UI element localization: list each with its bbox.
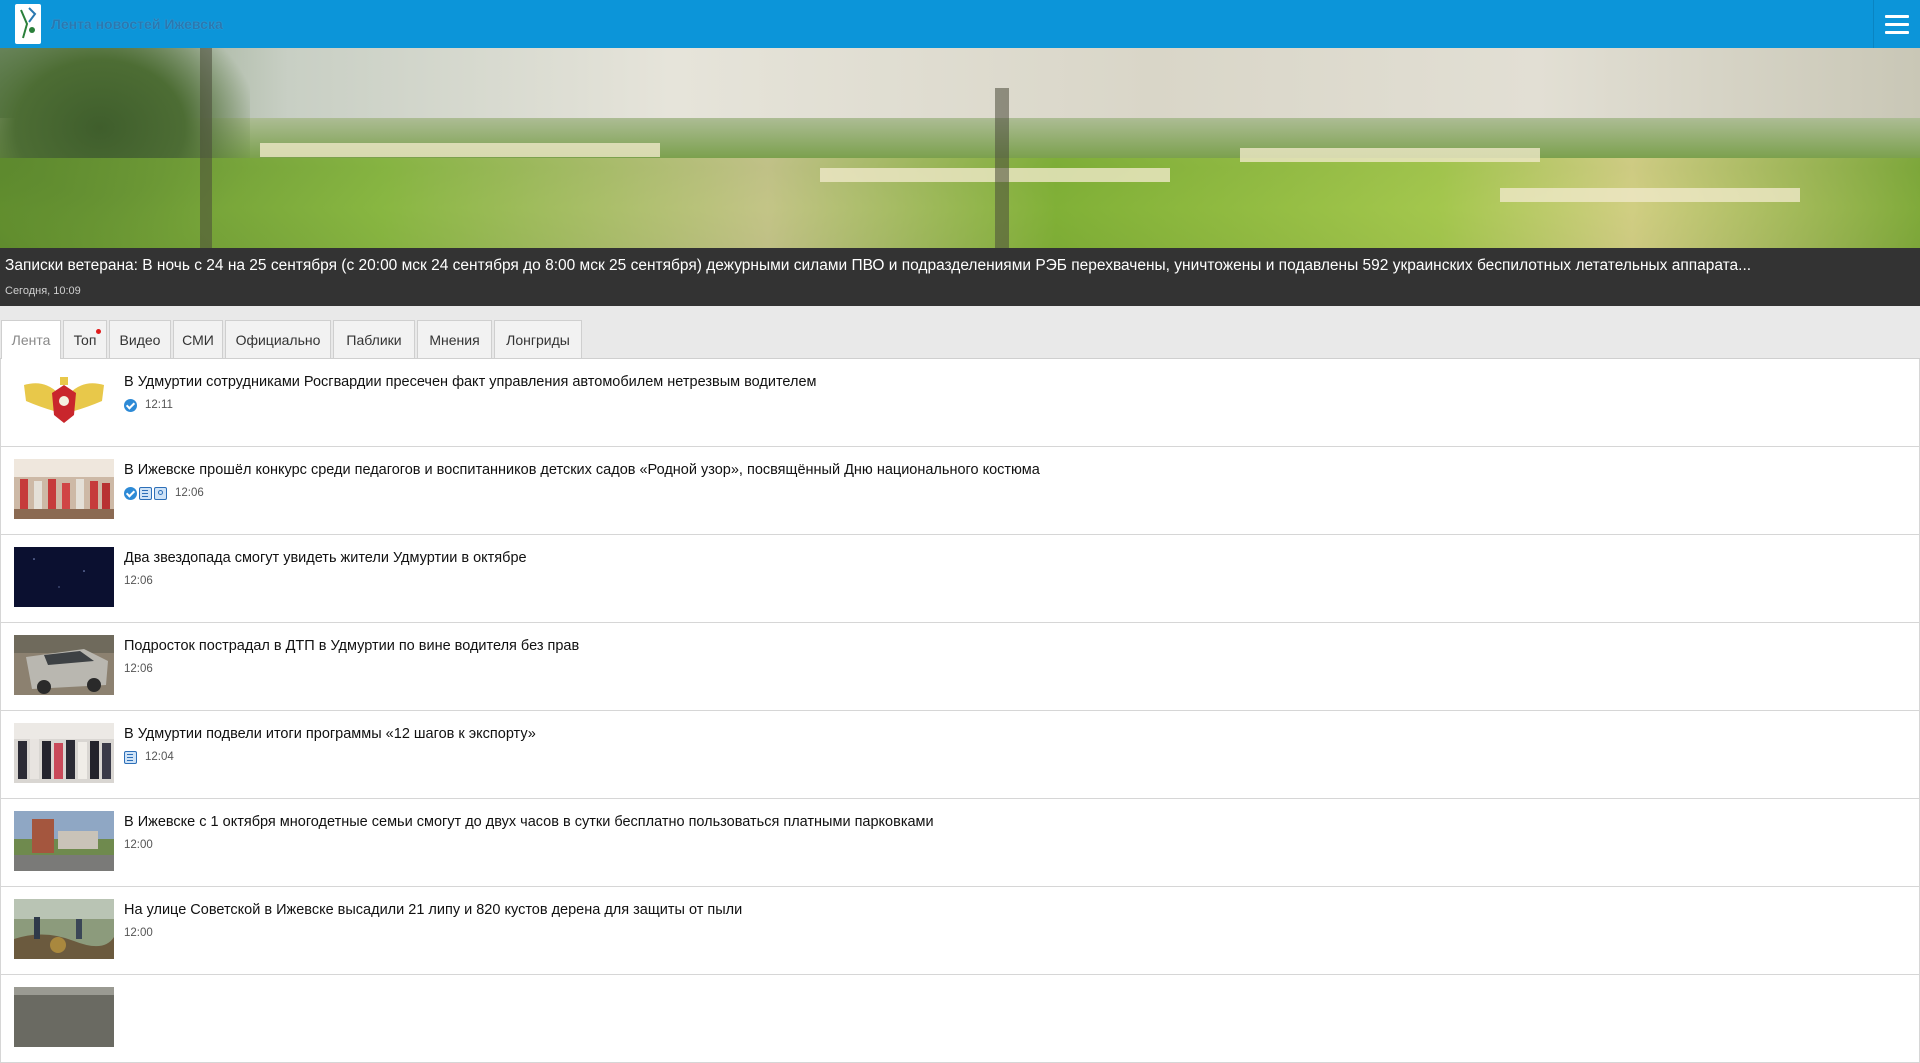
top-bar: Лента новостей Ижевска: [0, 0, 1920, 48]
tab-top[interactable]: Топ: [63, 320, 107, 358]
photo-icon: [154, 486, 167, 500]
tab-longreads[interactable]: Лонгриды: [494, 320, 582, 358]
tab-publics[interactable]: Паблики: [333, 320, 415, 358]
news-thumbnail[interactable]: [14, 371, 114, 431]
news-item-partial[interactable]: [0, 975, 1920, 1063]
site-title[interactable]: Лента новостей Ижевска: [51, 16, 223, 32]
hero-date: Сегодня, 10:09: [5, 285, 81, 297]
news-meta: 12:00: [124, 838, 153, 852]
news-thumbnail[interactable]: [14, 811, 114, 871]
hero-caption[interactable]: Записки ветерана: В ночь с 24 на 25 сент…: [0, 248, 1920, 306]
news-title[interactable]: В Удмуртии сотрудниками Росгвардии пресе…: [124, 374, 817, 390]
verified-icon: [124, 398, 137, 412]
new-indicator-dot: [96, 329, 101, 334]
news-item[interactable]: В Ижевске прошёл конкурс среди педагогов…: [0, 447, 1920, 535]
news-meta: 12:04: [124, 750, 174, 764]
news-thumbnail[interactable]: [14, 547, 114, 607]
news-meta: 12:06: [124, 662, 153, 676]
tab-video[interactable]: Видео: [109, 320, 171, 358]
hamburger-menu-icon[interactable]: [1873, 0, 1920, 48]
hero-title[interactable]: Записки ветерана: В ночь с 24 на 25 сент…: [5, 257, 1751, 275]
news-time: 12:06: [124, 575, 153, 587]
news-list: В Удмуртии сотрудниками Росгвардии пресе…: [0, 359, 1920, 1063]
tab-official[interactable]: Официально: [225, 320, 331, 358]
news-title[interactable]: Два звездопада смогут увидеть жители Удм…: [124, 550, 527, 566]
article-icon: [124, 750, 137, 764]
news-time: 12:00: [124, 927, 153, 939]
news-title[interactable]: На улице Советской в Ижевске высадили 21…: [124, 902, 742, 918]
news-meta: 12:06: [124, 574, 153, 588]
tab-opinions[interactable]: Мнения: [417, 320, 492, 358]
article-icon: [139, 486, 152, 500]
news-thumbnail[interactable]: [14, 635, 114, 695]
tab-lenta[interactable]: Лента: [1, 320, 61, 359]
hero-image[interactable]: [0, 48, 1920, 248]
news-title[interactable]: В Ижевске с 1 октября многодетные семьи …: [124, 814, 934, 830]
news-item[interactable]: Два звездопада смогут увидеть жители Удм…: [0, 535, 1920, 623]
site-logo-icon[interactable]: [15, 4, 41, 44]
news-time: 12:11: [145, 399, 173, 411]
news-meta: 12:00: [124, 926, 153, 940]
news-time: 12:06: [124, 663, 153, 675]
news-item[interactable]: Подросток пострадал в ДТП в Удмуртии по …: [0, 623, 1920, 711]
news-time: 12:00: [124, 839, 153, 851]
news-item[interactable]: На улице Советской в Ижевске высадили 21…: [0, 887, 1920, 975]
news-meta: 12:06: [124, 486, 204, 500]
news-title[interactable]: Подросток пострадал в ДТП в Удмуртии по …: [124, 638, 579, 654]
news-thumbnail[interactable]: [14, 723, 114, 783]
news-thumbnail[interactable]: [14, 899, 114, 959]
news-title[interactable]: В Удмуртии подвели итоги программы «12 ш…: [124, 726, 536, 742]
news-thumbnail[interactable]: [14, 987, 114, 1047]
news-time: 12:04: [145, 751, 174, 763]
news-item[interactable]: В Ижевске с 1 октября многодетные семьи …: [0, 799, 1920, 887]
news-meta: 12:11: [124, 398, 173, 412]
news-tabs: Лента Топ Видео СМИ Официально Паблики М…: [0, 306, 1920, 359]
verified-icon: [124, 486, 137, 500]
news-thumbnail[interactable]: [14, 459, 114, 519]
news-time: 12:06: [175, 487, 204, 499]
news-title[interactable]: В Ижевске прошёл конкурс среди педагогов…: [124, 462, 1040, 478]
news-item[interactable]: В Удмуртии сотрудниками Росгвардии пресе…: [0, 359, 1920, 447]
tab-smi[interactable]: СМИ: [173, 320, 223, 358]
news-item[interactable]: В Удмуртии подвели итоги программы «12 ш…: [0, 711, 1920, 799]
